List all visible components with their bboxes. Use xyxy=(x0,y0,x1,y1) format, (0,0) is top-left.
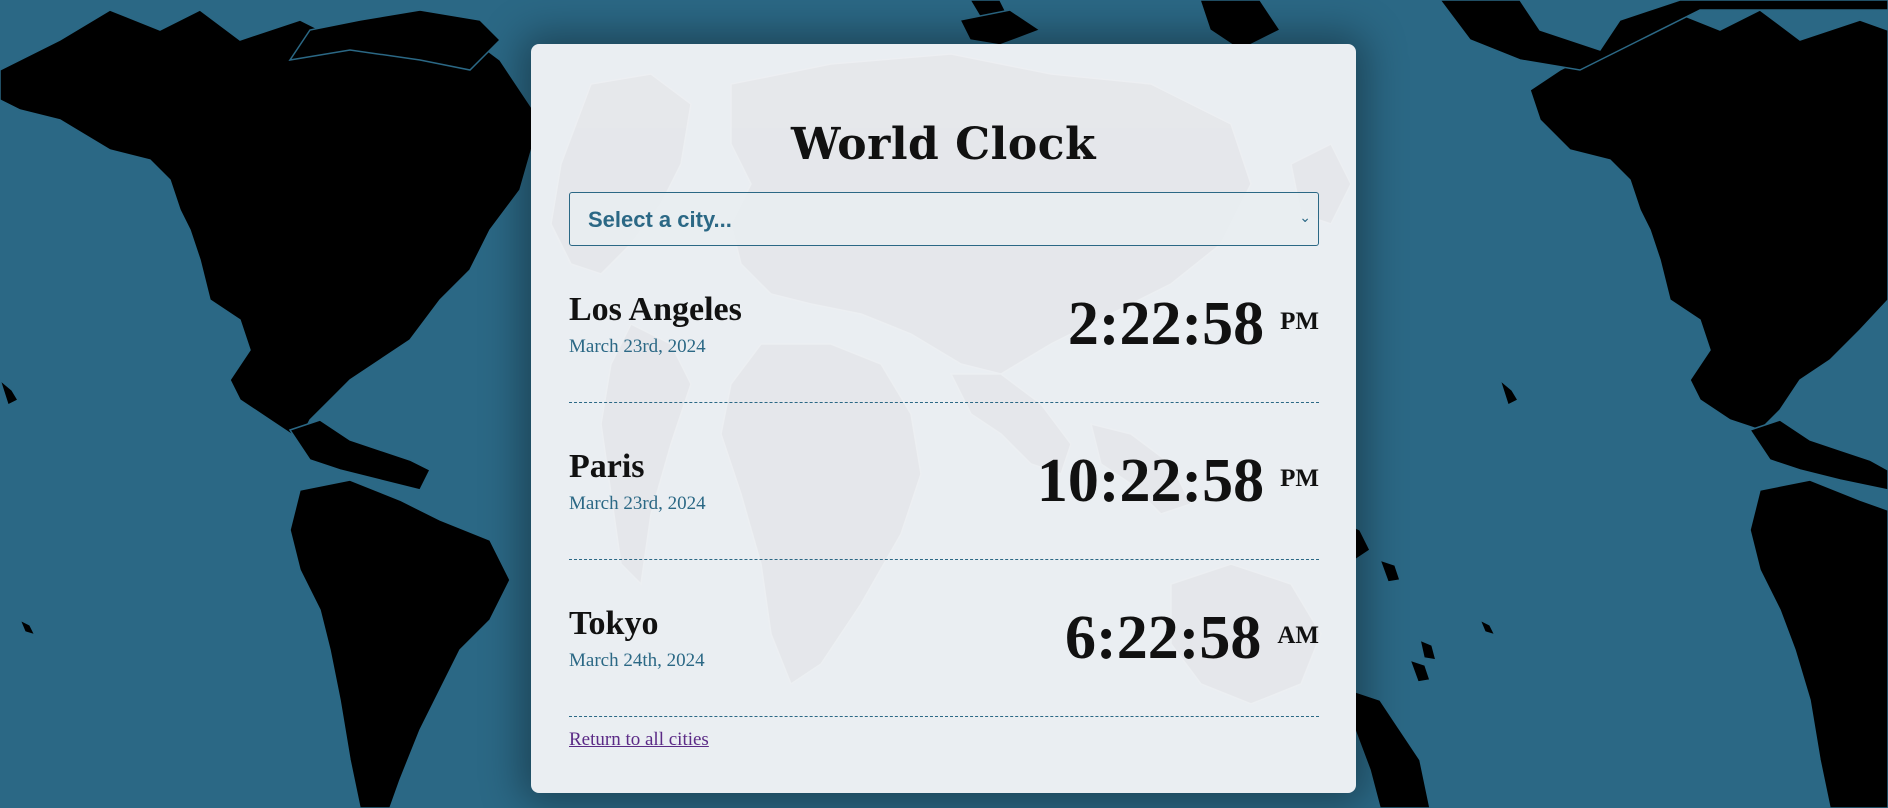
city-select[interactable]: Select a city... xyxy=(569,192,1319,246)
clock-row-los-angeles: Los Angeles March 23rd, 2024 2:22:58 PM xyxy=(569,246,1319,403)
world-clock-card: World Clock Select a city... ⌄ Los Angel… xyxy=(531,44,1356,793)
time-display: 6:22:58 AM xyxy=(1065,607,1319,669)
city-name: Paris xyxy=(569,448,645,485)
clock-period: PM xyxy=(1280,308,1319,335)
clock-time: 10:22:58 xyxy=(1036,447,1265,515)
page-title: World Clock xyxy=(790,119,1096,170)
city-date: March 23rd, 2024 xyxy=(569,336,706,357)
clock-time: 2:22:58 xyxy=(1067,290,1265,358)
time-display: 10:22:58 PM xyxy=(1037,450,1319,512)
city-info: Los Angeles March 23rd, 2024 xyxy=(569,290,742,358)
clock-list: Los Angeles March 23rd, 2024 2:22:58 PM … xyxy=(569,246,1319,717)
city-date: March 24th, 2024 xyxy=(569,650,705,671)
return-to-all-cities-link[interactable]: Return to all cities xyxy=(569,729,709,751)
city-info: Tokyo March 24th, 2024 xyxy=(569,604,705,672)
city-date: March 23rd, 2024 xyxy=(569,493,706,514)
clock-period: AM xyxy=(1277,622,1319,649)
clock-row-paris: Paris March 23rd, 2024 10:22:58 PM xyxy=(569,403,1319,560)
clock-time: 6:22:58 xyxy=(1065,604,1262,672)
city-select-wrapper[interactable]: Select a city... ⌄ xyxy=(569,192,1319,246)
city-info: Paris March 23rd, 2024 xyxy=(569,447,706,515)
time-display: 2:22:58 PM xyxy=(1068,293,1319,355)
city-name: Los Angeles xyxy=(569,291,742,328)
card-content: World Clock Select a city... ⌄ Los Angel… xyxy=(569,44,1319,751)
city-name: Tokyo xyxy=(569,605,659,642)
clock-period: PM xyxy=(1280,465,1319,492)
clock-row-tokyo: Tokyo March 24th, 2024 6:22:58 AM xyxy=(569,560,1319,717)
